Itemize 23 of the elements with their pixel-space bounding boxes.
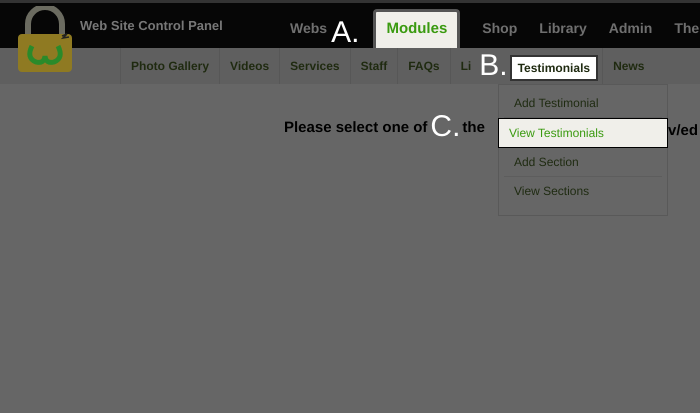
nav-link[interactable]: Admin	[608, 20, 652, 48]
annotation-label: B.	[479, 51, 508, 81]
annotation-label: C.	[430, 112, 460, 142]
subnav-tab[interactable]: Testimonials	[510, 55, 598, 81]
subnav-link[interactable]: Li	[450, 48, 482, 84]
nav-link[interactable]: Webs	[290, 20, 328, 48]
annotation-label: A.	[331, 18, 360, 48]
subnav-link[interactable]: Staff	[350, 48, 398, 84]
nav-link[interactable]: Library	[539, 20, 587, 48]
nav-link[interactable]: Shop	[482, 20, 518, 48]
menu-item[interactable]: Add Section	[504, 148, 662, 177]
subnav-link[interactable]: FAQs	[397, 48, 450, 84]
instruction-text: the	[462, 118, 485, 136]
nav-link[interactable]: The	[674, 20, 700, 48]
menu-item[interactable]: View Sections	[504, 177, 662, 205]
subnav-link[interactable]: Photo Gallery	[120, 48, 220, 84]
panel-title: Web Site Control Panel	[79, 18, 224, 33]
menu-item[interactable]: View Testimonials	[498, 118, 668, 148]
instruction-text: Please select one of	[284, 118, 428, 136]
subnav-link[interactable]: Videos	[219, 48, 280, 84]
instruction-text: v/ed	[668, 122, 698, 139]
subnav-link[interactable]: Services	[279, 48, 350, 84]
nav-tab[interactable]: Modules	[373, 9, 460, 48]
